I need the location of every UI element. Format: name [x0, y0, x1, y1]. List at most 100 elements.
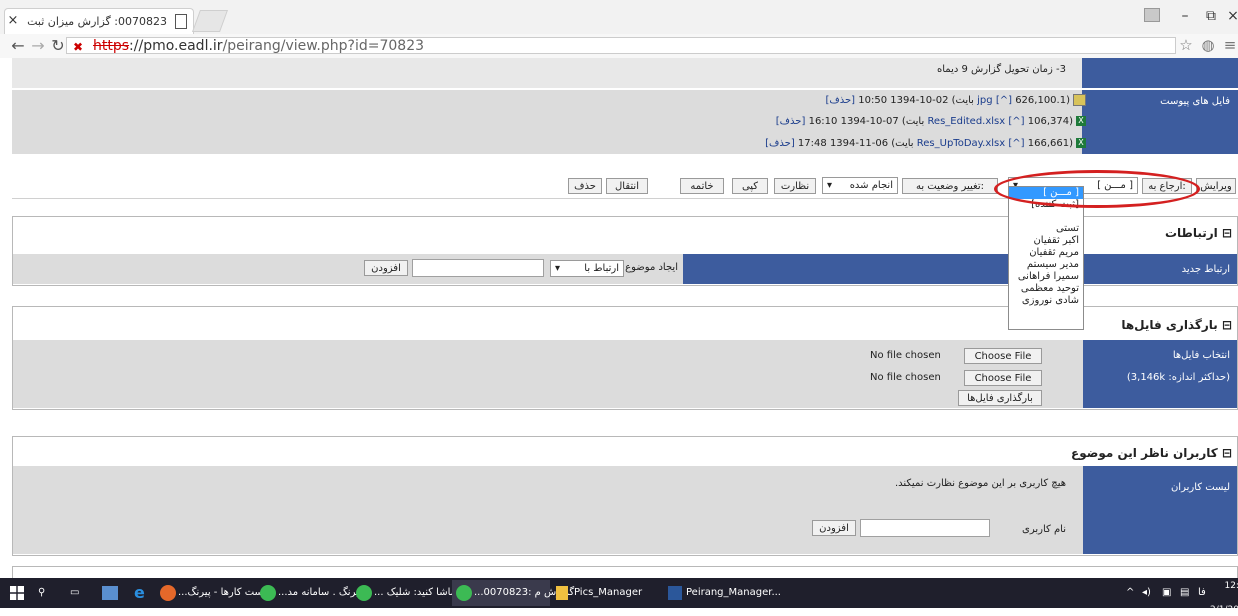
notification-icon[interactable]: ▤ [1180, 582, 1189, 604]
url-host: ://pmo.eadl.ir [129, 38, 223, 54]
taskbar-item[interactable]: ...پیرنگ . سامانه مد| [278, 582, 365, 604]
users-list-label: لیست کاربران [1170, 482, 1230, 493]
next-panel-edge [12, 566, 1238, 578]
dropdown-option[interactable]: مدیر سیستم [1027, 259, 1079, 270]
upload-title[interactable]: ⊟ بارگذاری فایل‌ها [1121, 318, 1232, 332]
url-input[interactable]: ✖ https://pmo.eadl.ir/peirang/view.php?i… [66, 37, 1176, 54]
url-path: /peirang/view.php?id=70823 [222, 38, 425, 54]
dropdown-option[interactable]: تستی [1056, 223, 1079, 234]
taskbar-item[interactable]: Pics_Manager [574, 582, 642, 604]
relation-id-input[interactable] [412, 259, 544, 277]
clock-time: 12:39 PM [1224, 581, 1238, 603]
attachment-up-link[interactable]: [^] [1008, 116, 1024, 127]
attachment-up-link[interactable]: [^] [1008, 138, 1024, 149]
attachment-link[interactable]: Res_UpToDay.xlsx [917, 138, 1005, 149]
attachment-delete-link[interactable]: [حذف] [825, 95, 855, 106]
attachment-row: X(106,374 [^] Res_Edited.xlsx بایت) 07-1… [776, 116, 1086, 127]
upload-files-button[interactable]: بارگذاری فایل‌ها [958, 390, 1042, 406]
relations-title[interactable]: ⊟ ارتباطات [1165, 226, 1232, 240]
edge-icon[interactable]: e [134, 582, 145, 604]
attachment-row: (626,100.1 [^] jpg بایت) 02-10-1394 10:5… [825, 94, 1086, 106]
attachment-delete-link[interactable]: [حذف] [776, 116, 806, 127]
description-text: 3- زمان تحویل گزارش 9 دیماه [937, 64, 1066, 75]
add-monitor-button[interactable]: افزودن [812, 520, 856, 536]
language-indicator[interactable]: فا [1198, 582, 1206, 604]
dropdown-option[interactable]: شادی نوروزی [1022, 295, 1079, 306]
excel-file-icon: X [1076, 138, 1086, 148]
dropdown-option[interactable]: اکبر ثقفیان [1033, 235, 1079, 246]
back-arrow-icon[interactable]: ← [8, 36, 28, 56]
globe-icon[interactable]: ◍ [1198, 36, 1218, 56]
task-view-icon[interactable]: ▭ [70, 582, 79, 604]
network-icon[interactable]: ▣ [1162, 582, 1171, 604]
tray-chevron-icon[interactable]: ^ [1126, 582, 1134, 604]
attachments-label: فایل های پیوست [1160, 96, 1230, 107]
attachment-link[interactable]: Res_Edited.xlsx [927, 116, 1005, 127]
minimize-button[interactable]: – [1172, 8, 1198, 26]
tab-close-icon[interactable]: × [5, 13, 21, 28]
bookmark-star-icon[interactable]: ☆ [1176, 36, 1196, 56]
image-file-icon [1073, 94, 1086, 106]
dropdown-option[interactable]: سمیرا فراهانی [1018, 271, 1079, 282]
delete-button[interactable]: حذف [568, 178, 602, 194]
tab-title: 0070823: گزارش میزان ثبت [27, 15, 167, 28]
description-label-cell [1082, 58, 1238, 88]
move-button[interactable]: انتقال [606, 178, 648, 194]
chevron-down-icon: ▾ [555, 263, 561, 274]
monitors-title[interactable]: ⊟ کاربران ناظر این موضوع [1071, 446, 1232, 460]
chrome-icon[interactable] [260, 585, 276, 601]
taskbar-item[interactable]: Peirang_Manager... [686, 582, 781, 604]
word-icon[interactable] [668, 586, 682, 600]
attachment-row: X(166,661 [^] Res_UpToDay.xlsx بایت) 06-… [765, 138, 1086, 149]
attachment-delete-link[interactable]: [حذف] [765, 138, 795, 149]
relation-type-select[interactable]: ارتباط با ▾ [550, 260, 624, 277]
chevron-down-icon: ▾ [827, 180, 833, 191]
red-highlight-circle [994, 170, 1200, 208]
copy-button[interactable]: کپی [732, 178, 768, 194]
change-status-button[interactable]: تغییر وضعیت به: [902, 178, 998, 194]
taskbar-item[interactable]: ...لیست کارها - پیرنگ [178, 582, 270, 604]
username-input[interactable] [860, 519, 990, 537]
app-icon[interactable] [102, 586, 118, 600]
dropdown-option[interactable]: توحید معظمی [1021, 283, 1079, 294]
choose-file-button[interactable]: Choose File [964, 348, 1042, 364]
firefox-icon[interactable] [160, 585, 176, 601]
relations-label-cell [683, 254, 1237, 284]
excel-file-icon: X [1076, 116, 1086, 126]
close-issue-button[interactable]: خاتمه [680, 178, 724, 194]
status-select[interactable]: انجام شده ▾ [822, 177, 898, 194]
monitors-label-cell [1083, 466, 1237, 554]
volume-icon[interactable]: ◂) [1142, 582, 1151, 604]
no-file-text: No file chosen [870, 350, 941, 361]
menu-icon[interactable]: ≡ [1220, 36, 1238, 56]
insecure-lock-icon: ✖ [73, 40, 84, 54]
attachment-up-link[interactable]: [^] [996, 95, 1012, 106]
assign-dropdown-list[interactable]: [ مـــن ] [ثبت کننده] تستی اکبر ثقفیان م… [1008, 186, 1084, 330]
create-issue-text: ایجاد موضوع [625, 262, 678, 273]
search-icon[interactable]: ⚲ [38, 582, 45, 604]
attachment-link[interactable]: jpg [977, 95, 992, 106]
browser-tab[interactable]: × 0070823: گزارش میزان ثبت [4, 8, 194, 35]
taskbar-item[interactable]: ... تماشا کنید: شلیک [374, 582, 459, 604]
add-relation-button[interactable]: افزودن [364, 260, 408, 276]
clock-date: 2/1/2016 [1210, 605, 1238, 615]
edit-button[interactable]: ویرایش [1196, 178, 1236, 194]
folder-icon[interactable] [556, 586, 568, 600]
choose-file-button[interactable]: Choose File [964, 370, 1042, 386]
url-scheme: https [93, 38, 130, 54]
profile-icon[interactable] [1144, 8, 1160, 22]
close-window-button[interactable]: × [1220, 8, 1238, 26]
no-monitors-text: هیچ کاربری بر این موضوع نظارت نمیکند. [894, 478, 1066, 489]
max-size-label: (حداکثر اندازه: 3,146k) [1126, 372, 1230, 383]
chrome-icon[interactable] [456, 585, 472, 601]
reload-icon[interactable]: ↻ [48, 36, 68, 56]
forward-arrow-icon[interactable]: → [28, 36, 48, 56]
dropdown-option[interactable]: مریم ثقفیان [1029, 247, 1079, 258]
choose-files-label: انتخاب فایل‌ها [1172, 350, 1230, 361]
clock[interactable]: 12:39 PM 2/1/2016 [1210, 580, 1238, 616]
no-file-text: No file chosen [870, 372, 941, 383]
new-relation-label: ارتباط جدید [1181, 264, 1230, 275]
username-label: نام کاربری [1022, 524, 1066, 535]
chrome-icon[interactable] [356, 585, 372, 601]
monitor-button[interactable]: نظارت [774, 178, 816, 194]
